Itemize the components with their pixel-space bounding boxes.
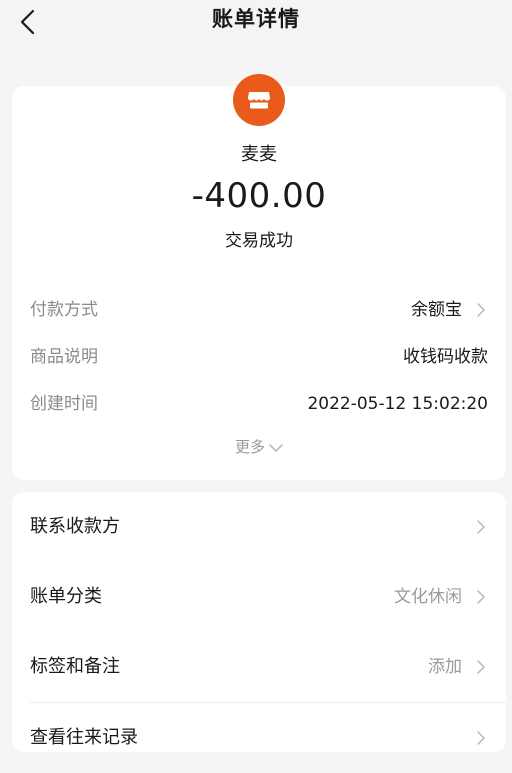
bill-summary-card: 麦麦 -400.00 交易成功 付款方式 余额宝 商品说明 收钱码收款 创建时间… [12,74,506,480]
merchant-avatar [233,74,285,126]
more-toggle[interactable]: 更多 [12,436,506,458]
row-label: 账单分类 [30,586,102,607]
shop-icon [248,92,270,109]
merchant-name: 麦麦 [241,144,277,165]
detail-row-payment-method[interactable]: 付款方式 余额宝 [30,296,488,324]
tags-notes-row[interactable]: 标签和备注 添加 [12,632,506,702]
detail-label: 付款方式 [30,300,98,320]
chevron-right-icon [477,731,485,745]
detail-row-product-description: 商品说明 收钱码收款 [30,343,488,371]
row-label: 标签和备注 [30,656,120,677]
chevron-right-icon [477,520,485,534]
contact-payee-row[interactable]: 联系收款方 [12,492,506,562]
detail-value: 2022-05-12 15:02:20 [307,394,488,414]
chevron-right-icon [477,590,485,604]
detail-label: 创建时间 [30,394,98,414]
page-title: 账单详情 [212,7,300,31]
view-history-row[interactable]: 查看往来记录 [12,703,506,773]
row-value: 文化休闲 [394,587,462,607]
transaction-amount: -400.00 [191,176,327,216]
row-label: 联系收款方 [30,516,120,537]
row-label: 查看往来记录 [30,727,138,748]
chevron-down-icon [269,443,283,452]
row-value: 添加 [428,657,462,677]
more-label: 更多 [234,438,265,456]
bill-actions-card: 联系收款方 账单分类 文化休闲 标签和备注 添加 查看往来记录 [12,492,506,752]
nav-bar: 账单详情 [0,0,512,60]
chevron-right-icon [477,303,485,317]
detail-label: 商品说明 [30,347,98,367]
detail-value: 收钱码收款 [403,347,488,367]
transaction-status: 交易成功 [225,231,293,251]
detail-value: 余额宝 [411,300,462,320]
chevron-right-icon [477,660,485,674]
bill-category-row[interactable]: 账单分类 文化休闲 [12,562,506,632]
detail-row-created-time: 创建时间 2022-05-12 15:02:20 [30,390,488,418]
